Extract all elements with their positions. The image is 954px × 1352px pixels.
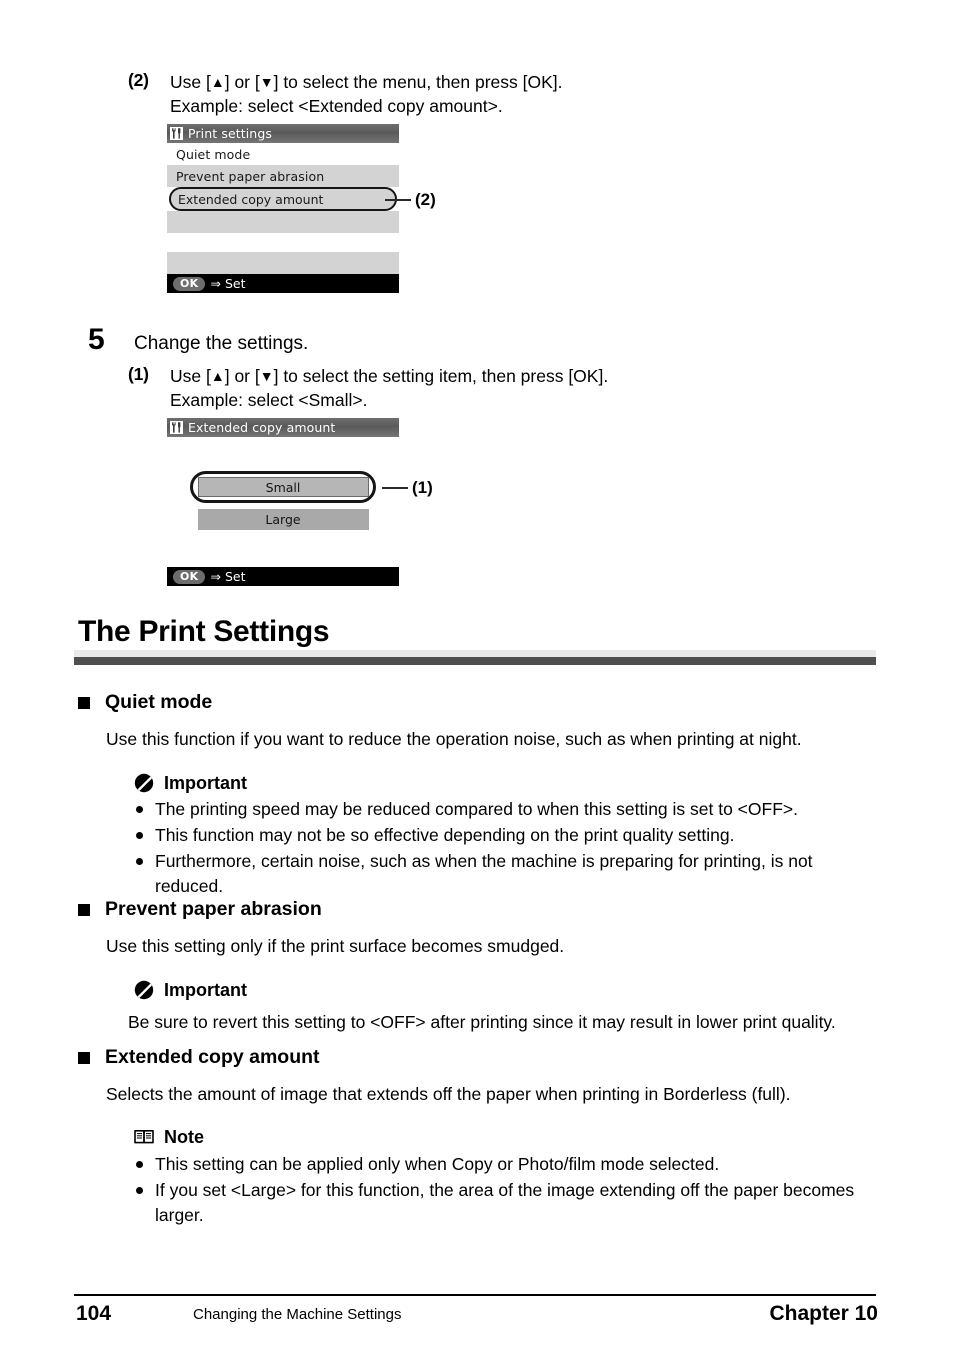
lcd1-row-extended-copy-amount[interactable]: Extended copy amount [169, 187, 397, 211]
important-text-prevent-paper-abrasion: Be sure to revert this setting to <OFF> … [128, 1012, 836, 1032]
up-arrow-icon: ▲ [210, 74, 225, 90]
lcd-screen-extended-copy-amount: Extended copy amount Small Large OK ⇒ Se… [167, 418, 399, 586]
step-5-title: Change the settings. [134, 333, 309, 354]
lcd1-row-prevent-paper-abrasion[interactable]: Prevent paper abrasion [167, 165, 399, 187]
subheading-quiet-mode-label: Quiet mode [105, 691, 213, 713]
subheading-extended-copy-amount: Extended copy amount [78, 1046, 320, 1069]
book-icon [133, 1126, 155, 1148]
note-label-extended-copy-amount: Note [164, 1126, 204, 1147]
lcd1-filler-gray-2 [167, 252, 399, 274]
important-icon [133, 979, 155, 1001]
important-heading-quiet-mode: Important [133, 772, 247, 794]
square-bullet-icon [78, 696, 90, 709]
lcd1-ok-action-label: Set [224, 276, 246, 291]
document-page: (2) Use [▲] or [▼] to select the menu, t… [0, 0, 954, 1352]
list-item: This setting can be applied only when Co… [133, 1152, 873, 1177]
square-bullet-icon [78, 1051, 90, 1064]
down-arrow-icon: ▼ [259, 368, 274, 384]
footer-rule [74, 1294, 876, 1296]
paragraph-quiet-mode: Use this function if you want to reduce … [106, 729, 802, 749]
substep-1-line1-post: ] to select the setting item, then press… [273, 366, 609, 386]
important-label-prevent-paper-abrasion: Important [164, 979, 247, 1000]
substep-2-text: Use [▲] or [▼] to select the menu, then … [170, 70, 563, 118]
lcd1-ok-button[interactable]: OK [173, 276, 206, 291]
tools-icon [170, 127, 183, 140]
note-heading-extended-copy-amount: Note [133, 1126, 204, 1148]
callout-lcd1-label: (2) [415, 190, 436, 209]
substep-1-number: (1) [128, 364, 149, 384]
down-arrow-icon: ▼ [259, 74, 274, 90]
footer-section-title: Changing the Machine Settings [193, 1306, 402, 1323]
subheading-prevent-paper-abrasion: Prevent paper abrasion [78, 898, 322, 921]
lcd1-row-quiet-mode[interactable]: Quiet mode [167, 143, 399, 165]
lcd1-filler-gray-1 [167, 211, 399, 233]
lcd-screen-print-settings: Print settings Quiet mode Prevent paper … [167, 124, 399, 293]
substep-1-line1-mid: ] or [ [224, 366, 260, 386]
callout-lcd1: (2) [385, 190, 436, 210]
substep-2-line2: Example: select <Extended copy amount>. [170, 96, 503, 117]
important-label-quiet-mode: Important [164, 772, 247, 793]
step-5-number: 5 [88, 323, 105, 356]
lcd2-ok-action-label: Set [224, 569, 246, 584]
lcd1-row-extended-copy-amount-wrap: Extended copy amount [167, 187, 399, 211]
important-bullets-quiet-mode: The printing speed may be reduced compar… [133, 797, 863, 899]
lcd2-ok-arrow-icon: ⇒ [210, 569, 221, 584]
tools-icon [170, 421, 183, 434]
lcd2-spacer-top [167, 437, 399, 471]
substep-2-line1-mid: ] or [ [224, 72, 260, 92]
paragraph-prevent-paper-abrasion: Use this setting only if the print surfa… [106, 936, 565, 956]
lcd2-spacer-bottom [167, 530, 399, 567]
lcd2-ok-bar: OK ⇒ Set [167, 567, 399, 586]
paragraph-extended-copy-amount: Selects the amount of image that extends… [106, 1084, 791, 1104]
square-bullet-icon [78, 903, 90, 916]
lcd2-option-small[interactable]: Small [197, 477, 369, 497]
lcd2-title-bar: Extended copy amount [167, 418, 399, 437]
important-heading-prevent-paper-abrasion: Important [133, 979, 247, 1001]
page-title: The Print Settings [78, 615, 330, 648]
note-bullets-extended-copy-amount: This setting can be applied only when Co… [133, 1152, 873, 1229]
subheading-prevent-paper-abrasion-label: Prevent paper abrasion [105, 898, 322, 920]
callout-lcd2-label: (1) [412, 478, 433, 497]
substep-2: (2) Use [▲] or [▼] to select the menu, t… [128, 70, 563, 118]
lcd1-filler-white [167, 233, 399, 252]
lcd1-ok-arrow-icon: ⇒ [210, 276, 221, 291]
list-item: This function may not be so effective de… [133, 823, 863, 848]
lcd1-title-text: Print settings [188, 126, 272, 141]
section-rule-light [74, 650, 876, 657]
lcd2-option-small-wrap: Small [190, 471, 376, 503]
list-item: The printing speed may be reduced compar… [133, 797, 863, 822]
lcd1-title-bar: Print settings [167, 124, 399, 143]
lcd1-ok-bar: OK ⇒ Set [167, 274, 399, 293]
subheading-quiet-mode: Quiet mode [78, 691, 212, 714]
lcd2-title-text: Extended copy amount [188, 420, 336, 435]
callout-lcd2: (1) [382, 478, 433, 498]
footer-page-number: 104 [76, 1302, 112, 1325]
substep-1: (1) Use [▲] or [▼] to select the setting… [128, 364, 608, 412]
substep-1-line1-pre: Use [ [170, 366, 211, 386]
substep-1-line2: Example: select <Small>. [170, 390, 368, 411]
substep-2-number: (2) [128, 70, 149, 90]
substep-2-line1-post: ] to select the menu, then press [OK]. [273, 72, 563, 92]
callout-lcd1-leader [385, 199, 411, 201]
section-rule-dark [74, 657, 876, 665]
list-item: If you set <Large> for this function, th… [133, 1178, 873, 1228]
substep-1-text: Use [▲] or [▼] to select the setting ite… [170, 364, 608, 412]
footer-chapter: Chapter 10 [769, 1302, 878, 1325]
list-item: Furthermore, certain noise, such as when… [133, 849, 863, 899]
lcd2-ok-button[interactable]: OK [173, 569, 206, 584]
important-icon [133, 772, 155, 794]
up-arrow-icon: ▲ [210, 368, 225, 384]
lcd2-option-large[interactable]: Large [197, 509, 369, 530]
substep-2-line1-pre: Use [ [170, 72, 211, 92]
subheading-extended-copy-amount-label: Extended copy amount [105, 1046, 320, 1068]
callout-lcd2-leader [382, 487, 408, 489]
step-5: 5 Change the settings. [88, 323, 308, 357]
